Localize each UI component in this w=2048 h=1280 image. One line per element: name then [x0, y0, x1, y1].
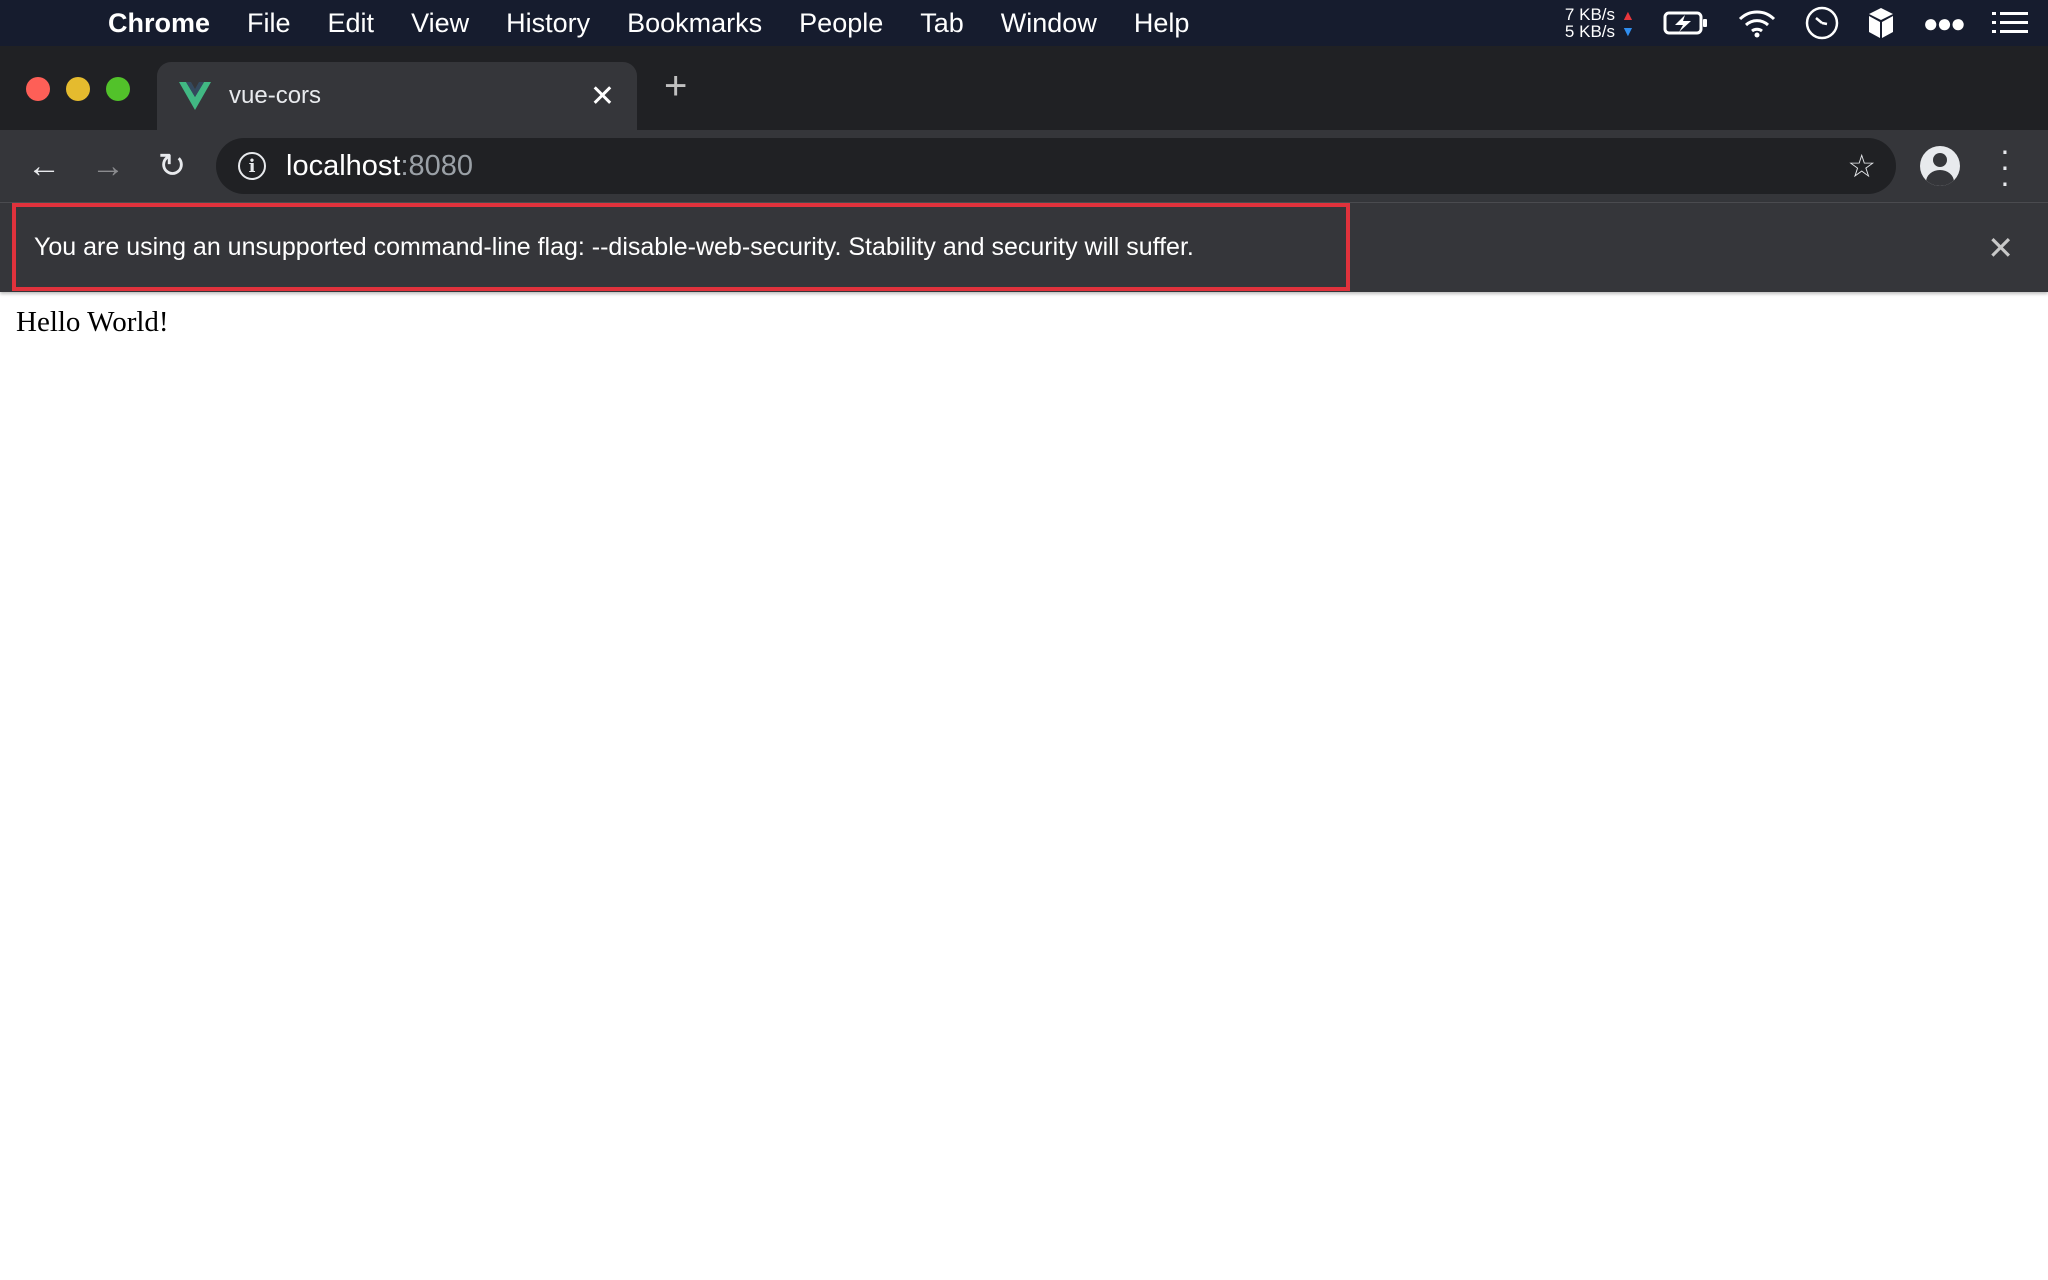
menu-people[interactable]: People [799, 8, 883, 39]
url-text[interactable]: localhost:8080 [286, 150, 473, 183]
menu-bookmarks[interactable]: Bookmarks [627, 8, 762, 39]
tab-title: vue-cors [229, 82, 322, 109]
up-arrow-icon: ▲ [1621, 7, 1635, 23]
net-down-rate: 5 KB/s [1564, 22, 1616, 41]
profile-avatar-icon[interactable] [1920, 146, 1960, 186]
menu-app-chrome[interactable]: Chrome [108, 8, 210, 39]
more-dots-icon[interactable]: ●●● [1923, 8, 1966, 39]
back-arrow-icon[interactable]: ← [12, 147, 76, 186]
wifi-icon[interactable] [1737, 8, 1777, 38]
menu-view[interactable]: View [411, 8, 469, 39]
site-info-icon[interactable]: i [238, 152, 266, 180]
menu-edit[interactable]: Edit [328, 8, 375, 39]
browser-toolbar: ← → ↻ i localhost:8080 ☆ · · · [0, 130, 2048, 202]
net-up-rate: 7 KB/s [1564, 5, 1616, 24]
network-monitor[interactable]: 7 KB/s 5 KB/s ▲ ▼ [1565, 6, 1635, 40]
reload-icon[interactable]: ↻ [140, 146, 204, 186]
menu-help[interactable]: Help [1134, 8, 1190, 39]
clock-icon[interactable] [1805, 6, 1839, 40]
status-area: 7 KB/s 5 KB/s ▲ ▼ ●●● [1565, 0, 2028, 46]
minimize-window-button[interactable] [66, 77, 90, 101]
warning-message: You are using an unsupported command-lin… [34, 232, 1194, 261]
close-tab-icon[interactable]: ✕ [590, 79, 615, 114]
maximize-window-button[interactable] [106, 77, 130, 101]
menu-window[interactable]: Window [1001, 8, 1097, 39]
more-menu-icon[interactable]: · · · [1990, 134, 2020, 198]
close-infobar-icon[interactable]: ✕ [1987, 229, 2014, 267]
highlighted-warning: You are using an unsupported command-lin… [12, 203, 1350, 291]
vue-logo-icon [179, 82, 211, 110]
cube-app-icon[interactable] [1867, 6, 1895, 40]
url-port: :8080 [400, 149, 474, 182]
menu-file[interactable]: File [247, 8, 291, 39]
battery-charging-icon[interactable] [1663, 11, 1709, 35]
address-bar[interactable]: i localhost:8080 ☆ [216, 138, 1896, 194]
menu-tab[interactable]: Tab [920, 8, 964, 39]
macos-menubar: Chrome File Edit View History Bookmarks … [0, 0, 2048, 46]
new-tab-button[interactable]: + [664, 64, 687, 109]
page-content: Hello World! [0, 292, 2048, 353]
list-menu-icon[interactable] [1992, 11, 2028, 35]
tab-strip: vue-cors ✕ + [0, 46, 2048, 130]
down-arrow-icon: ▼ [1621, 23, 1635, 39]
chrome-window: vue-cors ✕ + ← → ↻ i localhost:8080 ☆ · ·… [0, 46, 2048, 1280]
menu-history[interactable]: History [506, 8, 590, 39]
bookmark-star-icon[interactable]: ☆ [1847, 147, 1876, 185]
warning-infobar: You are using an unsupported command-lin… [0, 202, 2048, 292]
tab-vue-cors[interactable]: vue-cors ✕ [157, 62, 637, 130]
close-window-button[interactable] [26, 77, 50, 101]
url-host: localhost [286, 149, 401, 182]
hello-text: Hello World! [16, 306, 169, 338]
forward-arrow-icon[interactable]: → [76, 147, 140, 186]
